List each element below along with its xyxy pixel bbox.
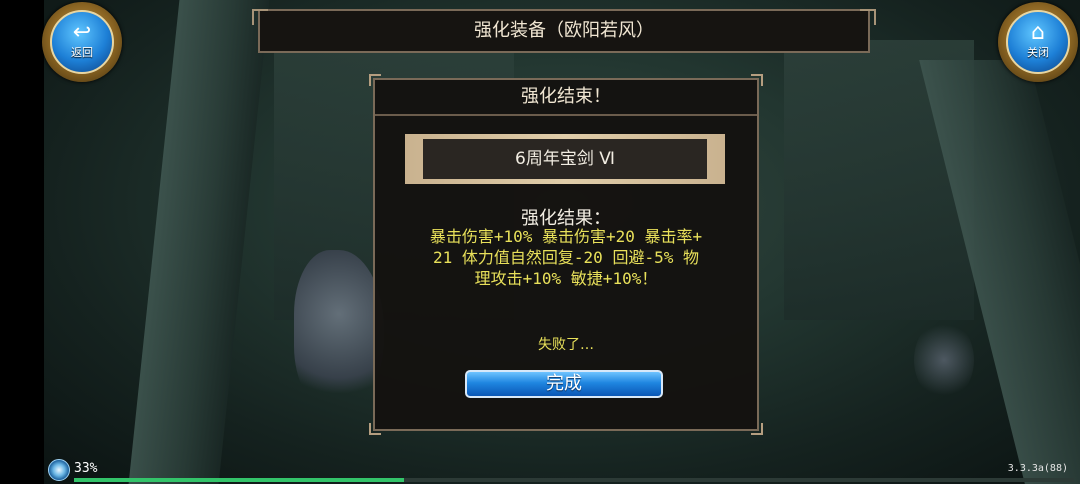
dialog-title: 强化结束！ xyxy=(375,80,757,116)
back-button-label: 返回 xyxy=(71,46,93,59)
loading-orb-icon xyxy=(48,459,70,481)
home-icon: ⌂ xyxy=(1031,20,1045,45)
result-line: 理攻击+10% 敏捷+10%！ xyxy=(474,269,658,288)
stone-pillar xyxy=(128,0,270,484)
item-name: 6周年宝剑 Ⅵ xyxy=(423,139,707,179)
close-button-label: 关闭 xyxy=(1027,46,1049,59)
progress-percent: 33% xyxy=(74,461,98,476)
close-button[interactable]: ⌂ 关闭 xyxy=(998,2,1078,82)
back-button-face[interactable]: ↩ 返回 xyxy=(50,10,114,74)
progress-bar-fill xyxy=(74,478,404,482)
back-button[interactable]: ↩ 返回 xyxy=(42,2,122,82)
monster-figure xyxy=(914,320,974,400)
page-title: 强化装备（欧阳若风） xyxy=(252,9,876,53)
result-line: 21 体力值自然回复-20 回避-5% 物 xyxy=(433,248,699,267)
frame-corner xyxy=(751,423,763,435)
close-button-face[interactable]: ⌂ 关闭 xyxy=(1006,10,1070,74)
back-arrow-icon: ↩ xyxy=(72,20,92,45)
version-label: 3.3.3a(88) xyxy=(1007,463,1068,474)
enhance-result-dialog: 强化结束！ 6周年宝剑 Ⅵ 强化结果： 暴击伤害+10% 暴击伤害+20 暴击率… xyxy=(369,74,763,435)
item-name-plate: 6周年宝剑 Ⅵ xyxy=(405,134,725,184)
progress-bar xyxy=(74,478,1074,482)
done-button[interactable]: 完成 xyxy=(465,370,663,398)
result-stats: 暴击伤害+10% 暴击伤害+20 暴击率+ 21 体力值自然回复-20 回避-5… xyxy=(387,226,745,289)
monster-figure xyxy=(294,250,384,410)
result-line: 暴击伤害+10% 暴击伤害+20 暴击率+ xyxy=(429,227,703,246)
fail-message: 失败了… xyxy=(538,337,594,353)
status-bar: 33% 3.3.3a(88) xyxy=(44,456,1080,484)
frame-corner xyxy=(369,423,381,435)
